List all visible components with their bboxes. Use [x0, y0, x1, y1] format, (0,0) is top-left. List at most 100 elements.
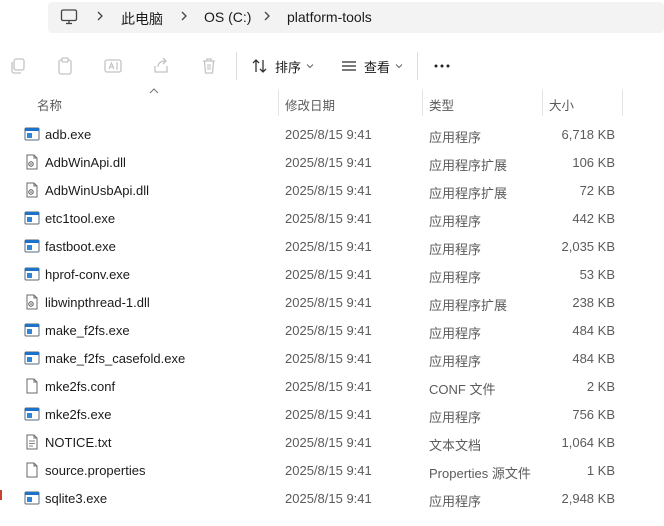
exe-icon	[24, 266, 40, 282]
more-options-button[interactable]	[432, 52, 452, 80]
file-size: 238 KB	[572, 295, 615, 310]
paste-icon[interactable]	[55, 56, 75, 76]
column-divider[interactable]	[622, 90, 623, 116]
file-type: 应用程序	[429, 410, 482, 425]
chevron-right-icon[interactable]	[179, 9, 189, 23]
exe-icon	[24, 350, 40, 366]
file-name: make_f2fs.exe	[45, 323, 130, 338]
file-type: Properties 源文件	[429, 466, 531, 481]
file-name: libwinpthread-1.dll	[45, 295, 150, 310]
dll-icon	[24, 294, 40, 310]
file-row[interactable]: source.properties 2025/8/15 9:41 Propert…	[0, 456, 664, 484]
column-divider[interactable]	[542, 90, 543, 116]
file-type: 应用程序	[429, 270, 482, 285]
file-name: mke2fs.conf	[45, 379, 116, 394]
file-date: 2025/8/15 9:41	[285, 379, 372, 394]
file-size: 1,064 KB	[561, 435, 616, 450]
breadcrumb-item-this-pc[interactable]: 此电脑	[121, 9, 163, 29]
column-header-row: 名称 修改日期 类型 大小	[0, 88, 664, 116]
file-row[interactable]: make_f2fs_casefold.exe 2025/8/15 9:41 应用…	[0, 344, 664, 372]
file-row[interactable]: mke2fs.conf 2025/8/15 9:41 CONF 文件 2 KB	[0, 372, 664, 400]
file-type: 应用程序	[429, 354, 482, 369]
exe-icon	[24, 210, 40, 226]
copy-icon[interactable]	[8, 56, 28, 76]
view-button[interactable]: 查看	[340, 52, 403, 80]
address-bar: 此电脑 OS (C:) platform-tools	[0, 0, 664, 36]
file-size: 484 KB	[572, 351, 615, 366]
file-name: adb.exe	[45, 127, 92, 142]
sort-label: 排序	[275, 59, 302, 75]
chevron-right-icon[interactable]	[95, 9, 105, 23]
file-name: sqlite3.exe	[45, 491, 108, 506]
file-row[interactable]: NOTICE.txt 2025/8/15 9:41 文本文档 1,064 KB	[0, 428, 664, 456]
file-date: 2025/8/15 9:41	[285, 463, 372, 478]
file-date: 2025/8/15 9:41	[285, 491, 372, 506]
column-header-date[interactable]: 修改日期	[285, 95, 335, 114]
file-name: AdbWinApi.dll	[45, 155, 126, 170]
file-name: mke2fs.exe	[45, 407, 112, 422]
rename-icon[interactable]	[103, 56, 123, 76]
file-size: 1 KB	[586, 463, 615, 478]
file-name: AdbWinUsbApi.dll	[45, 183, 150, 198]
breadcrumb-item-folder[interactable]: platform-tools	[287, 9, 372, 25]
file-size: 6,718 KB	[561, 127, 616, 142]
file-type: 应用程序	[429, 214, 482, 229]
exe-icon	[24, 238, 40, 254]
column-header-type[interactable]: 类型	[429, 95, 454, 114]
file-date: 2025/8/15 9:41	[285, 435, 372, 450]
share-icon[interactable]	[151, 56, 171, 76]
file-type: 文本文档	[429, 438, 482, 453]
column-header-name[interactable]: 名称	[37, 95, 62, 114]
chevron-down-icon	[395, 64, 403, 69]
file-size: 72 KB	[579, 183, 615, 198]
file-size: 2 KB	[586, 379, 615, 394]
file-name: NOTICE.txt	[45, 435, 112, 450]
file-date: 2025/8/15 9:41	[285, 239, 372, 254]
file-row[interactable]: etc1tool.exe 2025/8/15 9:41 应用程序 442 KB	[0, 204, 664, 232]
sort-icon	[252, 59, 267, 73]
command-bar: 排序 查看	[0, 42, 664, 91]
delete-icon[interactable]	[199, 56, 219, 76]
file-row[interactable]: make_f2fs.exe 2025/8/15 9:41 应用程序 484 KB	[0, 316, 664, 344]
view-list-icon	[342, 61, 356, 71]
dll-icon	[24, 182, 40, 198]
file-row[interactable]: fastboot.exe 2025/8/15 9:41 应用程序 2,035 K…	[0, 232, 664, 260]
file-size: 442 KB	[572, 211, 615, 226]
file-size: 484 KB	[572, 323, 615, 338]
file-size: 53 KB	[579, 267, 615, 282]
file-type: 应用程序扩展	[429, 298, 508, 313]
chevron-right-icon[interactable]	[262, 9, 272, 23]
column-divider[interactable]	[278, 90, 279, 116]
file-row[interactable]: libwinpthread-1.dll 2025/8/15 9:41 应用程序扩…	[0, 288, 664, 316]
file-name: make_f2fs_casefold.exe	[45, 351, 186, 366]
chevron-down-icon	[306, 64, 314, 69]
file-size: 756 KB	[572, 407, 615, 422]
file-row[interactable]: sqlite3.exe 2025/8/15 9:41 应用程序 2,948 KB	[0, 484, 664, 512]
sort-ascending-icon	[149, 88, 159, 94]
file-type: 应用程序	[429, 130, 482, 145]
file-type: 应用程序	[429, 494, 482, 509]
file-type: 应用程序扩展	[429, 186, 508, 201]
file-row[interactable]: hprof-conv.exe 2025/8/15 9:41 应用程序 53 KB	[0, 260, 664, 288]
file-name: etc1tool.exe	[45, 211, 116, 226]
file-date: 2025/8/15 9:41	[285, 351, 372, 366]
monitor-icon[interactable]	[60, 8, 78, 26]
file-row[interactable]: adb.exe 2025/8/15 9:41 应用程序 6,718 KB	[0, 120, 664, 148]
file-date: 2025/8/15 9:41	[285, 267, 372, 282]
file-type: CONF 文件	[429, 382, 496, 397]
sort-button[interactable]: 排序	[251, 52, 314, 80]
file-icon	[24, 378, 40, 394]
exe-icon	[24, 406, 40, 422]
exe-icon	[24, 126, 40, 142]
file-size: 106 KB	[572, 155, 615, 170]
more-icon	[434, 64, 450, 68]
file-row[interactable]: AdbWinApi.dll 2025/8/15 9:41 应用程序扩展 106 …	[0, 148, 664, 176]
file-row[interactable]: AdbWinUsbApi.dll 2025/8/15 9:41 应用程序扩展 7…	[0, 176, 664, 204]
text-file-icon	[24, 434, 40, 450]
window-edge-marker	[0, 490, 2, 500]
column-divider[interactable]	[422, 90, 423, 116]
breadcrumb-item-drive[interactable]: OS (C:)	[204, 9, 251, 25]
column-header-size[interactable]: 大小	[549, 95, 574, 114]
file-row[interactable]: mke2fs.exe 2025/8/15 9:41 应用程序 756 KB	[0, 400, 664, 428]
file-date: 2025/8/15 9:41	[285, 155, 372, 170]
